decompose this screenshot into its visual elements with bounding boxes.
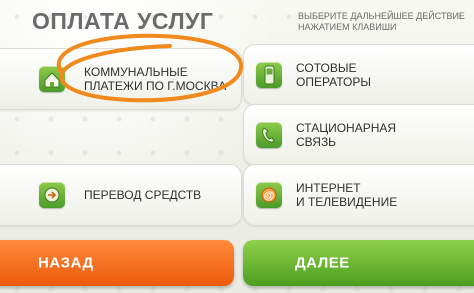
- mobile-line-1: СОТОВЫЕ: [296, 61, 357, 75]
- landline-phone-icon: [256, 122, 282, 148]
- landline-line-2: СВЯЗЬ: [296, 135, 337, 149]
- instruction-line-2: НАЖАТИЕМ КЛАВИШИ: [298, 22, 397, 32]
- page-title: ОПЛАТА УСЛУГ: [32, 8, 214, 34]
- communal-payments-label: КОММУНАЛЬНЫЕ ПЛАТЕЖИ ПО г.МОСКВА: [84, 65, 226, 93]
- mobile-phone-icon: [256, 62, 282, 88]
- landline-label: СТАЦИОНАРНАЯ СВЯЗЬ: [296, 121, 396, 149]
- internet-tv-label: ИНТЕРНЕТ И ТЕЛЕВИДЕНИЕ: [296, 181, 397, 209]
- house-icon: [39, 66, 65, 92]
- landline-button[interactable]: СТАЦИОНАРНАЯ СВЯЗЬ: [243, 104, 474, 166]
- back-button[interactable]: НАЗАД: [0, 240, 234, 286]
- communal-line-2: ПЛАТЕЖИ ПО г.МОСКВА: [84, 79, 227, 93]
- mobile-operators-label: СОТОВЫЕ ОПЕРАТОРЫ: [296, 61, 371, 89]
- instruction-line-1: ВЫБЕРИТЕ ДАЛЬНЕЙШЕЕ ДЕЙСТВИЕ: [298, 11, 465, 21]
- money-transfer-icon: [39, 182, 65, 208]
- internet-line-2: И ТЕЛЕВИДЕНИЕ: [296, 195, 398, 209]
- internet-tv-button[interactable]: @ ИНТЕРНЕТ И ТЕЛЕВИДЕНИЕ: [243, 164, 474, 226]
- communal-line-1: КОММУНАЛЬНЫЕ: [84, 65, 188, 79]
- landline-line-1: СТАЦИОНАРНАЯ: [296, 121, 397, 135]
- communal-payments-button[interactable]: КОММУНАЛЬНЫЕ ПЛАТЕЖИ ПО г.МОСКВА: [0, 48, 242, 110]
- mobile-line-2: ОПЕРАТОРЫ: [296, 75, 371, 89]
- mobile-operators-button[interactable]: СОТОВЫЕ ОПЕРАТОРЫ: [243, 44, 474, 106]
- money-transfer-label: ПЕРЕВОД СРЕДСТВ: [84, 188, 201, 202]
- svg-text:@: @: [264, 190, 275, 202]
- back-button-label: НАЗАД: [38, 254, 94, 272]
- atm-screen: ОПЛАТА УСЛУГ ВЫБЕРИТЕ ДАЛЬНЕЙШЕЕ ДЕЙСТВИ…: [0, 0, 474, 293]
- at-sign-icon: @: [256, 182, 282, 208]
- next-button[interactable]: ДАЛЕЕ: [243, 240, 474, 286]
- instruction-text: ВЫБЕРИТЕ ДАЛЬНЕЙШЕЕ ДЕЙСТВИЕ НАЖАТИЕМ КЛ…: [298, 11, 468, 33]
- internet-line-1: ИНТЕРНЕТ: [296, 181, 361, 195]
- money-transfer-button[interactable]: ПЕРЕВОД СРЕДСТВ: [0, 164, 242, 226]
- next-button-label: ДАЛЕЕ: [295, 254, 350, 272]
- transfer-line-1: ПЕРЕВОД СРЕДСТВ: [84, 188, 202, 202]
